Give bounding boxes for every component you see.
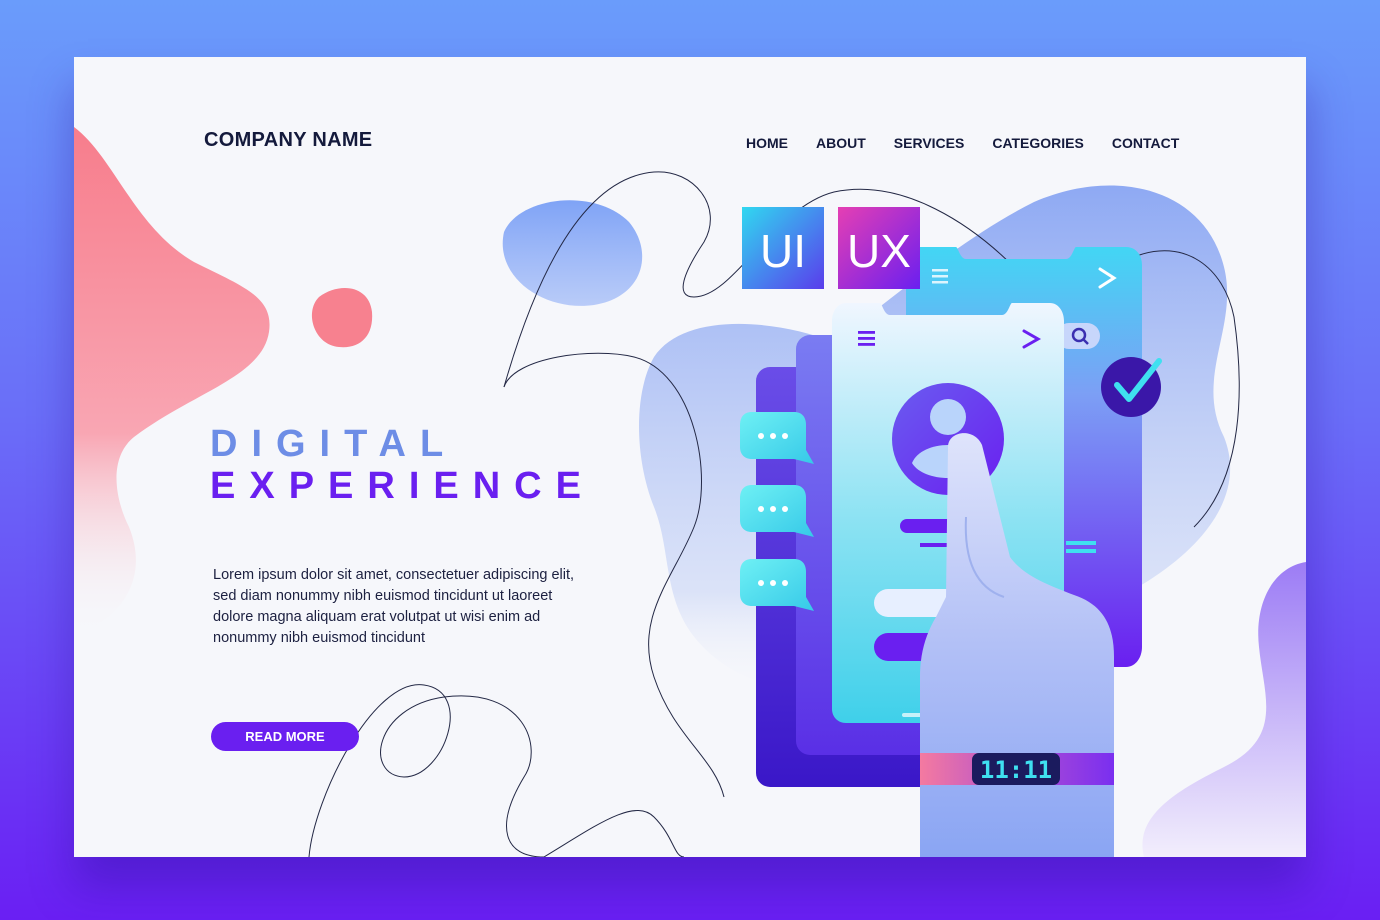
- chat-bubble-icon: [740, 412, 814, 464]
- chat-bubble-icon: [740, 485, 814, 537]
- ui-tile-label: UI: [760, 225, 806, 277]
- ux-tile-label: UX: [847, 225, 911, 277]
- landing-page: COMPANY NAME HOME ABOUT SERVICES CATEGOR…: [74, 57, 1306, 857]
- check-badge-icon: [1101, 357, 1162, 417]
- chat-bubble-icon: [740, 559, 814, 611]
- watch-time: 11:11: [980, 756, 1052, 784]
- menu-icon: [858, 331, 875, 334]
- phone-illustration: UI UX 11:11: [740, 207, 1162, 857]
